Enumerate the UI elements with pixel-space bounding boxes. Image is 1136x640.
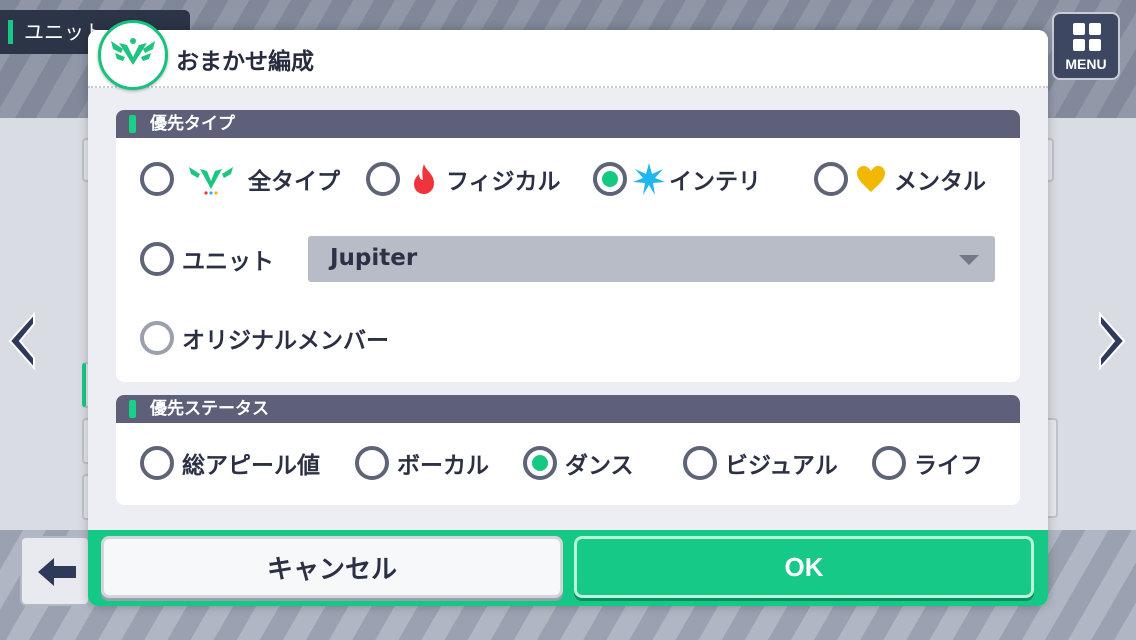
- cancel-button-label: キャンセル: [266, 554, 397, 585]
- page-right-arrow-icon[interactable]: [1094, 312, 1128, 370]
- type-option-mental[interactable]: メンタル: [814, 159, 986, 199]
- ok-button[interactable]: OK: [574, 536, 1034, 598]
- radio-button[interactable]: [683, 446, 717, 480]
- cancel-button[interactable]: キャンセル: [101, 536, 563, 598]
- priority-type-header: 優先タイプ: [116, 110, 1020, 138]
- emblem-logo: [98, 20, 168, 90]
- radio-button[interactable]: [140, 162, 174, 196]
- status-option-visual[interactable]: ビジュアル: [683, 443, 838, 483]
- status-option-vocal[interactable]: ボーカル: [355, 443, 489, 483]
- status-option-life[interactable]: ライフ: [872, 443, 983, 483]
- radio-button-selected[interactable]: [593, 162, 627, 196]
- status-option-label: 総アピール値: [182, 453, 320, 479]
- type-option-label: メンタル: [894, 169, 986, 195]
- menu-label: MENU: [1065, 56, 1107, 72]
- star-burst-icon: [633, 163, 665, 195]
- type-option-label: フィジカル: [446, 169, 561, 195]
- original-member-option[interactable]: オリジナルメンバー: [140, 318, 389, 358]
- unit-select-value: Jupiter: [330, 245, 418, 271]
- status-option-label: ボーカル: [397, 453, 489, 479]
- status-option-label: ダンス: [565, 453, 634, 479]
- dialog-title: おまかせ編成: [176, 49, 314, 75]
- type-option-physical[interactable]: フィジカル: [366, 159, 561, 199]
- radio-button[interactable]: [140, 446, 174, 480]
- back-button[interactable]: [20, 536, 90, 606]
- wing-emblem-icon: [111, 38, 155, 65]
- menu-grid-icon: [1073, 23, 1101, 51]
- unit-option[interactable]: ユニット: [140, 239, 274, 279]
- menu-button[interactable]: MENU: [1052, 12, 1120, 80]
- type-option-all[interactable]: 全タイプ: [140, 159, 340, 199]
- radio-button-selected[interactable]: [523, 446, 557, 480]
- all-type-emblem-icon: [189, 167, 233, 195]
- radio-button[interactable]: [140, 242, 174, 276]
- heart-icon: [857, 166, 885, 192]
- type-option-label: インテリ: [669, 169, 761, 195]
- dialog-header: おまかせ編成: [88, 30, 1048, 88]
- type-option-label: 全タイプ: [248, 169, 340, 195]
- radio-button[interactable]: [872, 446, 906, 480]
- ok-button-label: OK: [784, 551, 824, 582]
- back-arrow-icon: [38, 558, 76, 586]
- priority-status-header: 優先ステータス: [116, 395, 1020, 423]
- status-option-total-appeal[interactable]: 総アピール値: [140, 443, 320, 483]
- original-member-label: オリジナルメンバー: [182, 328, 389, 354]
- radio-button-disabled[interactable]: [140, 321, 174, 355]
- chevron-down-icon: [959, 255, 979, 265]
- status-option-dance[interactable]: ダンス: [523, 443, 634, 483]
- radio-button[interactable]: [366, 162, 400, 196]
- unit-select-dropdown[interactable]: Jupiter: [308, 236, 995, 282]
- unit-option-label: ユニット: [182, 249, 274, 275]
- radio-button[interactable]: [355, 446, 389, 480]
- status-option-label: ビジュアル: [725, 453, 838, 479]
- status-option-label: ライフ: [914, 453, 983, 479]
- type-option-intelli[interactable]: インテリ: [593, 159, 761, 199]
- page-left-arrow-icon[interactable]: [6, 312, 40, 370]
- flame-icon: [414, 164, 434, 194]
- radio-button[interactable]: [814, 162, 848, 196]
